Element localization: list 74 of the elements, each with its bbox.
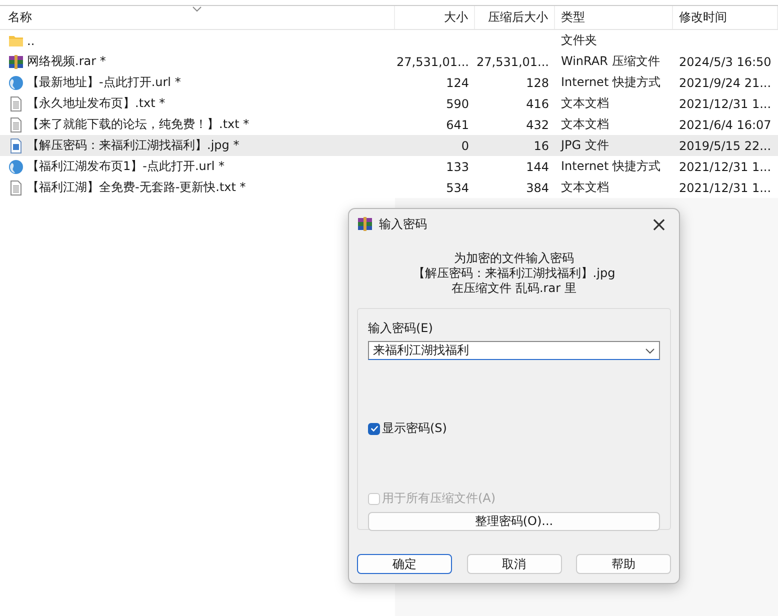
table-cell: 2019/5/15 22... bbox=[679, 138, 772, 152]
close-button[interactable]: × bbox=[639, 210, 679, 238]
table-cell: 2021/12/31 1... bbox=[679, 180, 772, 194]
checkbox-label: 用于所有压缩文件(A) bbox=[382, 490, 496, 507]
table-cell: Internet 快捷方式 bbox=[561, 158, 660, 175]
dialog-button[interactable]: 帮助 bbox=[576, 554, 671, 574]
table-cell: 416 bbox=[526, 96, 549, 110]
file-name: 【永久地址发布页】.txt * bbox=[27, 95, 166, 112]
table-cell: 0 bbox=[461, 138, 469, 152]
dialog-button[interactable]: 取消 bbox=[466, 554, 562, 574]
table-cell: 590 bbox=[446, 96, 469, 110]
table-cell: 2021/9/24 21... bbox=[679, 76, 772, 90]
archive-icon bbox=[8, 54, 24, 70]
file-row[interactable]: 【最新地址】-点此打开.url * 124 128 Internet 快捷方式 2021/9/24 21... bbox=[0, 72, 778, 93]
table-cell: 124 bbox=[446, 76, 469, 90]
file-row[interactable]: 【来了就能下载的论坛，纯免费！】.txt * 641 432 文本文档 2021/6/4 16:07 bbox=[0, 114, 778, 135]
table-cell: 文本文档 bbox=[561, 116, 609, 133]
document-icon bbox=[8, 180, 24, 196]
column-header[interactable]: 大小 bbox=[395, 6, 475, 29]
archive-icon bbox=[357, 216, 373, 232]
image-file-icon bbox=[8, 138, 24, 154]
table-cell: 16 bbox=[534, 138, 549, 152]
field-label: 输入密码(E) bbox=[368, 320, 433, 337]
column-header[interactable]: 压缩后大小 bbox=[475, 6, 555, 29]
message-text: 在压缩文件 乱码.rar 里 bbox=[450, 281, 578, 296]
table-cell: 432 bbox=[526, 118, 549, 132]
table-cell: 534 bbox=[446, 180, 469, 194]
file-row[interactable]: 【解压密码：来福利江湖找福利】.jpg * 0 16 JPG 文件 2019/5/15 22... bbox=[0, 135, 778, 156]
table-cell: 128 bbox=[526, 76, 549, 90]
document-icon bbox=[8, 96, 24, 112]
message-text: 为加密的文件输入密码 bbox=[453, 251, 575, 266]
file-name: 【最新地址】-点此打开.url * bbox=[27, 74, 181, 91]
file-name: 【解压密码：来福利江湖找福利】.jpg * bbox=[27, 137, 240, 154]
message-text: 【解压密码：来福利江湖找福利】.jpg bbox=[412, 266, 616, 281]
table-cell: 2021/12/31 1... bbox=[679, 160, 772, 174]
table-cell: 2021/12/31 1... bbox=[679, 96, 772, 110]
table-cell: 文本文档 bbox=[561, 179, 609, 196]
globe-icon bbox=[8, 74, 24, 90]
table-cell: 2021/6/4 16:07 bbox=[679, 118, 772, 132]
password-field[interactable]: 来福利江湖找福利 bbox=[368, 341, 660, 360]
table-cell: 文本文档 bbox=[561, 95, 609, 112]
file-row[interactable]: .. 文件夹 bbox=[0, 30, 778, 51]
table-cell: 27,531,01... bbox=[476, 54, 549, 68]
globe-icon bbox=[8, 158, 24, 174]
file-row[interactable]: 网络视频.rar * 27,531,01... 27,531,01... WinRAR 压缩文件 2024/5/3 16:50 bbox=[0, 51, 778, 72]
checkbox-label: 显示密码(S) bbox=[382, 420, 447, 437]
table-cell: 文件夹 bbox=[561, 32, 597, 49]
table-cell: 2024/5/3 16:50 bbox=[679, 54, 772, 68]
table-cell: 27,531,01... bbox=[396, 54, 469, 68]
document-icon bbox=[8, 116, 24, 132]
column-header[interactable]: 修改时间 bbox=[673, 6, 778, 29]
table-cell: 641 bbox=[446, 118, 469, 132]
table-cell: 133 bbox=[446, 160, 469, 174]
file-row[interactable]: 【福利江湖】全免费-无套路-更新快.txt * 534 384 文本文档 2021/12/31 1... bbox=[0, 177, 778, 198]
table-cell: WinRAR 压缩文件 bbox=[561, 53, 660, 70]
table-cell: Internet 快捷方式 bbox=[561, 74, 660, 91]
table-cell: JPG 文件 bbox=[561, 137, 609, 154]
organize-passwords-button[interactable]: 整理密码(O)... bbox=[368, 512, 660, 531]
dropdown-icon bbox=[645, 348, 655, 354]
file-name: .. bbox=[27, 34, 35, 48]
file-name: 【福利江湖】全免费-无套路-更新快.txt * bbox=[27, 179, 246, 196]
dialog-button[interactable]: 确定 bbox=[357, 554, 452, 574]
checkbox[interactable] bbox=[368, 422, 380, 434]
table-cell: 384 bbox=[526, 180, 549, 194]
table-cell: 144 bbox=[526, 160, 549, 174]
column-header[interactable]: 名称 bbox=[0, 6, 395, 29]
file-row[interactable]: 【永久地址发布页】.txt * 590 416 文本文档 2021/12/31 1... bbox=[0, 93, 778, 114]
file-row[interactable]: 【福利江湖发布页1】-点此打开.url * 133 144 Internet 快捷方式 2021/12/31 1... bbox=[0, 156, 778, 177]
file-name: 【来了就能下载的论坛，纯免费！】.txt * bbox=[27, 116, 250, 133]
window-title: 输入密码 bbox=[379, 216, 428, 232]
file-name: 【福利江湖发布页1】-点此打开.url * bbox=[27, 158, 224, 175]
sort-caret-icon bbox=[192, 6, 202, 12]
file-name: 网络视频.rar * bbox=[27, 53, 106, 70]
column-header[interactable]: 类型 bbox=[555, 6, 673, 29]
